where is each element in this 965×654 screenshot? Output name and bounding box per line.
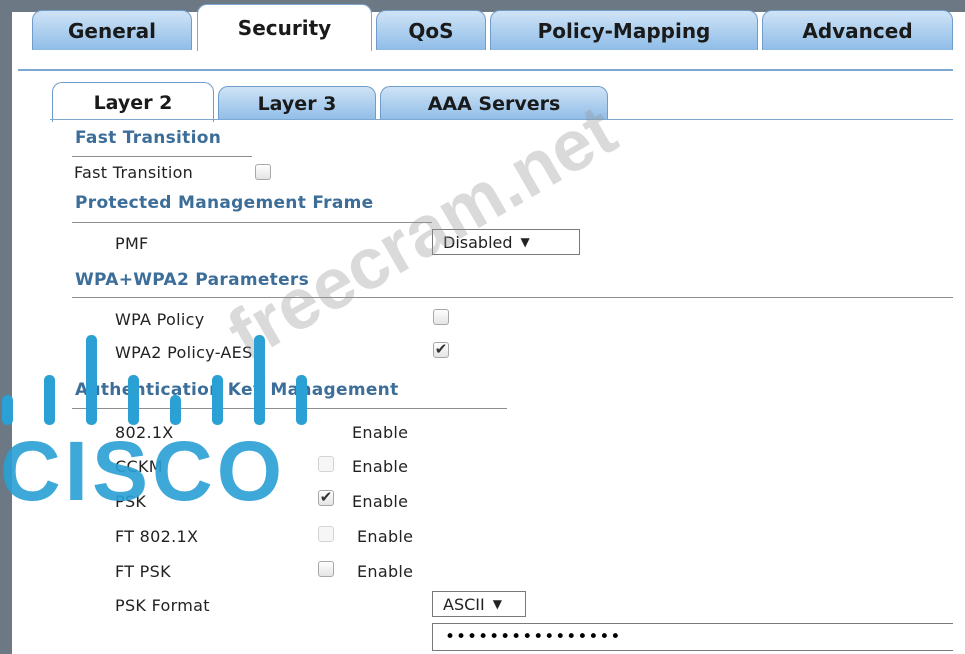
akm-ft-802-1x-enable-label: Enable [357, 527, 414, 546]
fast-transition-checkbox[interactable] [255, 164, 271, 180]
psk-format-value: ASCII [443, 594, 485, 614]
divider [72, 297, 953, 298]
wpa-policy-checkbox[interactable] [433, 309, 449, 325]
subtab-strip-rule [50, 119, 953, 120]
wpa2-policy-aes-checkbox[interactable]: ✔ [433, 342, 449, 358]
dropdown-arrow-icon: ▼ [520, 235, 530, 249]
section-fast-transition: Fast Transition [75, 128, 222, 148]
divider [72, 156, 252, 157]
akm-802-1x-enable-label: Enable [352, 423, 409, 442]
akm-ft-802-1x-label: FT 802.1X [115, 527, 199, 546]
psk-password-input[interactable]: •••••••••••••••• [432, 623, 953, 651]
akm-ft-psk-checkbox[interactable] [318, 561, 334, 577]
akm-ft-802-1x-checkbox[interactable] [318, 526, 334, 542]
cisco-logo: CISCO [0, 335, 310, 518]
tab-security[interactable]: Security [197, 4, 372, 51]
cisco-logo-word: CISCO [0, 424, 287, 518]
akm-cckm-checkbox[interactable] [318, 456, 334, 472]
pmf-label: PMF [115, 234, 149, 253]
akm-psk-enable-label: Enable [352, 492, 409, 511]
tab-strip-rule [18, 69, 953, 71]
subtab-layer-2[interactable]: Layer 2 [52, 82, 214, 122]
fast-transition-label: Fast Transition [74, 163, 194, 182]
psk-format-label: PSK Format [115, 596, 210, 615]
psk-format-select[interactable]: ASCII ▼ [432, 591, 526, 617]
tab-advanced[interactable]: Advanced [762, 10, 953, 50]
tab-general[interactable]: General [32, 10, 192, 50]
subtab-layer-3[interactable]: Layer 3 [218, 86, 376, 120]
akm-ft-psk-label: FT PSK [115, 562, 171, 581]
tab-qos[interactable]: QoS [376, 10, 486, 50]
akm-psk-checkbox[interactable]: ✔ [318, 490, 334, 506]
section-protected-management-frame: Protected Management Frame [75, 193, 374, 213]
wpa-policy-label: WPA Policy [115, 310, 205, 329]
akm-cckm-enable-label: Enable [352, 457, 409, 476]
akm-ft-psk-enable-label: Enable [357, 562, 414, 581]
tab-policy-mapping[interactable]: Policy-Mapping [490, 10, 758, 50]
dropdown-arrow-icon: ▼ [492, 597, 502, 611]
